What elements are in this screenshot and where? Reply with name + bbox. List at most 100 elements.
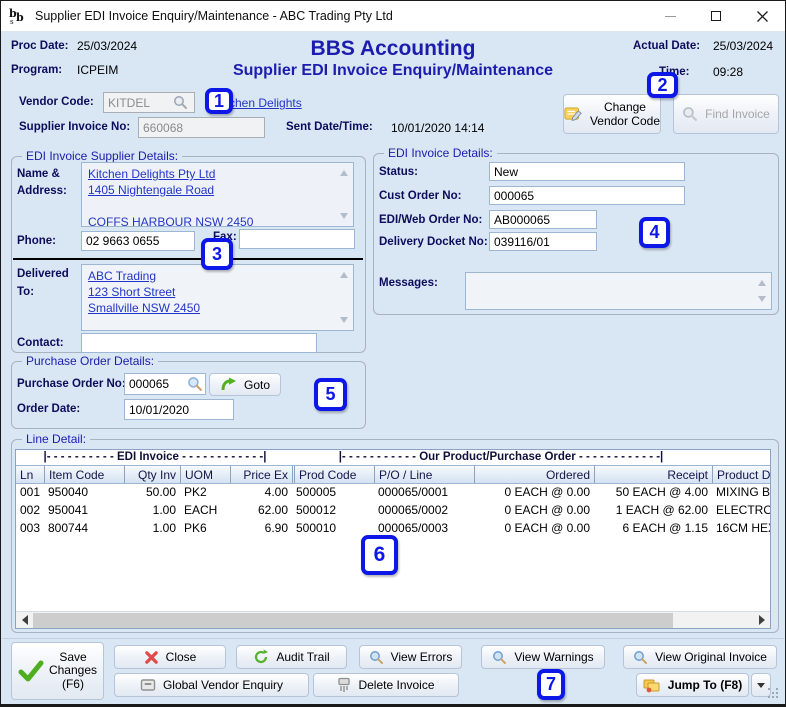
- jump-to-button[interactable]: Jump To (F8): [636, 673, 749, 697]
- cell[interactable]: 50.00: [124, 484, 180, 502]
- messages-box[interactable]: [465, 272, 772, 310]
- horizontal-scrollbar[interactable]: [16, 611, 770, 628]
- cell[interactable]: 16CM HEX: [712, 520, 770, 538]
- app-window: b b s Supplier EDI Invoice Enquiry/Maint…: [0, 0, 786, 707]
- annotation-badge-1: 1: [205, 88, 233, 114]
- title-bar: b b s Supplier EDI Invoice Enquiry/Maint…: [1, 1, 785, 32]
- scrollbar-thumb[interactable]: [33, 612, 673, 628]
- name-address-label-2: Address:: [17, 185, 67, 197]
- scroll-down-icon[interactable]: [758, 296, 766, 302]
- edit-pad-icon: [564, 107, 582, 122]
- supplier-street-link[interactable]: 1405 Nightengale Road: [88, 182, 335, 198]
- cell[interactable]: 950041: [44, 502, 124, 520]
- save-changes-button[interactable]: Save Changes (F6): [11, 642, 104, 700]
- cell[interactable]: 950040: [44, 484, 124, 502]
- cell[interactable]: 0 EACH @ 0.00: [474, 484, 594, 502]
- annotation-badge-6: 6: [361, 535, 398, 575]
- delivered-name-link[interactable]: ABC Trading: [88, 268, 335, 284]
- messages-label: Messages:: [379, 277, 438, 289]
- edi-web-order-input[interactable]: [489, 210, 597, 229]
- edi-invoice-group-header: |- - - - - - - - - - EDI Invoice - - - -…: [43, 451, 267, 463]
- cell[interactable]: 50 EACH @ 4.00: [594, 484, 712, 502]
- view-errors-label: View Errors: [390, 650, 453, 664]
- svg-text:s: s: [10, 18, 14, 25]
- col-header-receipt: Receipt: [594, 466, 712, 483]
- delete-invoice-button[interactable]: Delete Invoice: [313, 673, 459, 697]
- order-date-input[interactable]: [124, 399, 234, 420]
- minimize-button[interactable]: [647, 1, 693, 31]
- view-original-invoice-button[interactable]: View Original Invoice: [623, 645, 777, 669]
- cell[interactable]: 0 EACH @ 0.00: [474, 520, 594, 538]
- jump-to-label: Jump To (F8): [667, 678, 743, 692]
- scroll-down-icon[interactable]: [340, 213, 348, 219]
- delivery-docket-input[interactable]: [489, 232, 597, 251]
- scroll-down-icon[interactable]: [340, 317, 348, 323]
- scroll-up-icon[interactable]: [340, 170, 348, 176]
- delivered-to-box[interactable]: ABC Trading 123 Short Street Smallville …: [81, 264, 354, 331]
- cell[interactable]: 1.00: [124, 520, 180, 538]
- cell[interactable]: 000065/0002: [374, 502, 474, 520]
- cell[interactable]: 62.00: [230, 502, 292, 520]
- scroll-left-icon[interactable]: [16, 612, 33, 629]
- change-vendor-label-2: Vendor Code: [589, 114, 660, 128]
- find-invoice-label: Find Invoice: [705, 107, 770, 121]
- shredder-icon: [338, 677, 351, 692]
- cell[interactable]: 500005: [292, 484, 374, 502]
- window-title: Supplier EDI Invoice Enquiry/Maintenance…: [35, 9, 393, 23]
- supplier-invoice-input[interactable]: [138, 117, 265, 138]
- cell[interactable]: 003: [16, 520, 44, 538]
- cust-order-input[interactable]: [489, 186, 685, 205]
- cell[interactable]: 6.90: [230, 520, 292, 538]
- magnifier-icon: [369, 650, 383, 664]
- close-button[interactable]: [739, 1, 785, 31]
- resize-grip[interactable]: [768, 688, 780, 700]
- po-lookup-icon[interactable]: [187, 376, 203, 392]
- cell[interactable]: 1.00: [124, 502, 180, 520]
- delivered-street-link[interactable]: 123 Short Street: [88, 284, 335, 300]
- goto-label: Goto: [243, 377, 270, 392]
- scroll-up-icon[interactable]: [340, 272, 348, 278]
- cell[interactable]: 500010: [292, 520, 374, 538]
- supplier-address-box[interactable]: Kitchen Delights Pty Ltd 1405 Nightengal…: [81, 162, 354, 227]
- cell[interactable]: EACH: [180, 502, 230, 520]
- delivered-city-link[interactable]: Smallville NSW 2450: [88, 300, 335, 316]
- fax-input[interactable]: [239, 229, 355, 249]
- col-header-item-code: Item Code: [44, 466, 124, 483]
- vendor-lookup-icon[interactable]: [173, 95, 188, 110]
- cell[interactable]: 6 EACH @ 1.15: [594, 520, 712, 538]
- phone-input[interactable]: [81, 231, 195, 251]
- cell[interactable]: ELECTRON: [712, 502, 770, 520]
- save-label-2: Changes: [48, 663, 98, 678]
- change-vendor-code-button[interactable]: Change Vendor Code: [563, 94, 661, 134]
- maximize-button[interactable]: [693, 1, 739, 31]
- delivery-docket-label: Delivery Docket No:: [379, 236, 488, 248]
- cell[interactable]: 1 EACH @ 62.00: [594, 502, 712, 520]
- global-vendor-enquiry-button[interactable]: Global Vendor Enquiry: [114, 673, 309, 697]
- cell[interactable]: 001: [16, 484, 44, 502]
- cell[interactable]: PK6: [180, 520, 230, 538]
- cell[interactable]: 4.00: [230, 484, 292, 502]
- audit-trail-button[interactable]: Audit Trail: [236, 645, 347, 669]
- view-warnings-label: View Warnings: [514, 650, 594, 664]
- scroll-right-icon[interactable]: [753, 612, 770, 629]
- cell[interactable]: PK2: [180, 484, 230, 502]
- cell[interactable]: 500012: [292, 502, 374, 520]
- goto-button[interactable]: Goto: [209, 373, 281, 396]
- supplier-city-link[interactable]: COFFS HARBOUR NSW 2450: [88, 214, 335, 226]
- scroll-up-icon[interactable]: [758, 280, 766, 286]
- actual-date-label: Actual Date:: [633, 40, 701, 52]
- cell[interactable]: MIXING BO: [712, 484, 770, 502]
- cust-order-label: Cust Order No:: [379, 190, 462, 202]
- po-number-label: Purchase Order No:: [17, 378, 126, 390]
- cell[interactable]: 002: [16, 502, 44, 520]
- find-invoice-button[interactable]: Find Invoice: [673, 94, 779, 134]
- cell[interactable]: 000065/0001: [374, 484, 474, 502]
- supplier-name-link[interactable]: Kitchen Delights Pty Ltd: [88, 166, 335, 182]
- view-errors-button[interactable]: View Errors: [359, 645, 462, 669]
- cell[interactable]: 0 EACH @ 0.00: [474, 502, 594, 520]
- view-warnings-button[interactable]: View Warnings: [481, 645, 605, 669]
- cell[interactable]: 800744: [44, 520, 124, 538]
- contact-input[interactable]: [81, 333, 317, 353]
- close-invoice-button[interactable]: Close: [114, 645, 226, 669]
- status-input[interactable]: [489, 162, 685, 181]
